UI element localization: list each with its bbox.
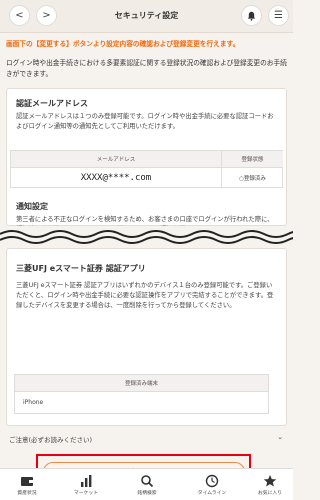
status-badge: ○登録済み: [239, 176, 266, 182]
search-icon: [141, 475, 154, 488]
chevron-down-icon: ⌄: [277, 433, 283, 441]
device-column-header: 登録済み端末: [15, 375, 268, 392]
device-value: iPhone: [23, 399, 44, 406]
caution-label: ご注意(必ずお読みください): [9, 436, 93, 444]
auth-app-section-title: 三菱UFJ eスマート証券 認証アプリ: [16, 264, 146, 273]
device-table: 登録済み端末 iPhone: [14, 374, 269, 414]
tab-assets[interactable]: 資産状況: [7, 474, 47, 500]
tab-label: マーケット: [74, 491, 98, 496]
tab-label: 銘柄検索: [137, 491, 157, 496]
tab-label: 資産状況: [17, 491, 37, 496]
email-card: 認証メールアドレス 認証メールアドレスは１つのみ登録可能です。ログイン時や出金手…: [6, 88, 287, 227]
tab-timeline[interactable]: タイムライン: [190, 474, 234, 500]
wallet-icon: [21, 477, 33, 486]
tab-label: タイムライン: [197, 491, 227, 496]
menu-button[interactable]: ☰: [268, 5, 289, 26]
status-column-header: 登録状態: [222, 151, 283, 168]
bell-icon: [247, 11, 256, 21]
email-address-value: XXXX@****.com: [11, 168, 222, 188]
bar-chart-icon: [81, 475, 92, 487]
hamburger-menu-icon: ☰: [274, 10, 283, 21]
notify-section-title: 通知設定: [16, 202, 48, 211]
change-instruction-notice: 画面下の【変更する】ボタンより設定内容の確認および登録変更を行えます。: [6, 40, 240, 48]
auth-app-section-description: 三菱UFJ eスマート証券 認証アプリはいずれかのデバイス１台のみ登録可能です。…: [16, 282, 274, 309]
caution-accordion[interactable]: ご注意(必ずお読みください) ⌄: [0, 429, 293, 449]
tab-label: お気に入り: [258, 491, 282, 496]
intro-text: ログイン時や出金手続きにおける多要素認証に関する登録状況の確認および登録変更のお…: [6, 59, 287, 78]
email-section-title: 認証メールアドレス: [16, 99, 88, 108]
email-column-header: メールアドレス: [11, 151, 222, 168]
top-bar: < > セキュリティ設定 ☰: [0, 0, 293, 33]
email-section-description: 認証メールアドレスは１つのみ登録可能です。ログイン時や出金手続に必要な認証コード…: [16, 113, 274, 130]
clock-icon: [205, 474, 219, 488]
tab-stock-search[interactable]: 銘柄検索: [127, 474, 167, 500]
notification-button[interactable]: [241, 5, 262, 26]
tab-market[interactable]: マーケット: [66, 474, 106, 500]
tab-favorites[interactable]: お気に入り: [250, 474, 290, 500]
star-icon: [263, 475, 277, 487]
content-break-divider: [0, 226, 293, 248]
email-table: メールアドレス 登録状態 XXXX@****.com ○登録済み: [10, 150, 283, 188]
